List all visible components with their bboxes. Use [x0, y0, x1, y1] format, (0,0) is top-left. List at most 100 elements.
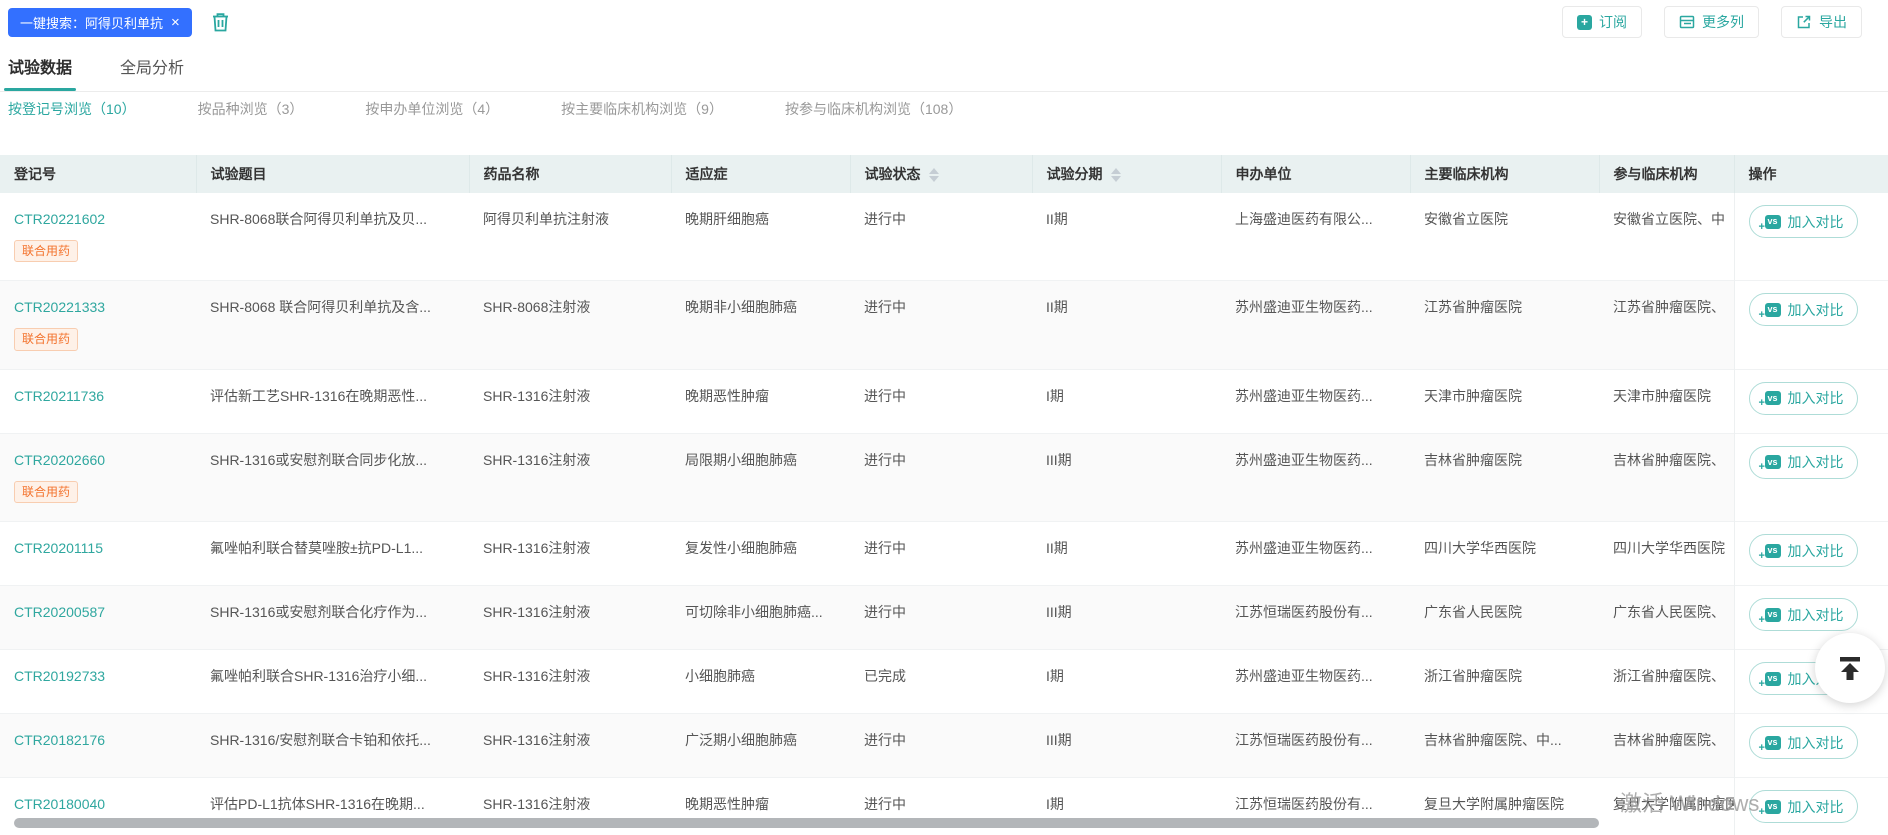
add-to-compare-button[interactable]: vs+ 加入对比 — [1749, 293, 1858, 326]
cell-registration: CTR20201115 — [0, 522, 196, 586]
cell-drug: SHR-1316注射液 — [469, 522, 671, 586]
cell-title: SHR-8068联合阿得贝利单抗及贝... — [196, 193, 469, 281]
cell-registration: CTR20221602 联合用药 — [0, 193, 196, 281]
registration-link[interactable]: CTR20201115 — [14, 540, 182, 557]
cell-phase: II期 — [1032, 281, 1221, 369]
cell-status: 进行中 — [850, 522, 1032, 586]
table-row: CTR20221602 联合用药 SHR-8068联合阿得贝利单抗及贝... 阿… — [0, 193, 1888, 281]
toolbar-actions: + 订阅 更多列 导出 — [1562, 6, 1862, 38]
registration-link[interactable]: CTR20202660 — [14, 452, 182, 469]
registration-link[interactable]: CTR20221333 — [14, 299, 182, 316]
top-bar: 一键搜索：阿得贝利单抗 × + 订阅 更多列 — [0, 0, 1888, 44]
registration-link[interactable]: CTR20221602 — [14, 211, 182, 228]
cell-registration: CTR20200587 — [0, 586, 196, 650]
cell-indication: 局限期小细胞肺癌 — [671, 433, 850, 521]
search-chip-label: 一键搜索：阿得贝利单抗 — [20, 13, 163, 32]
col-drug: 药品名称 — [469, 155, 671, 193]
cell-status: 进行中 — [850, 281, 1032, 369]
cell-registration: CTR20182176 — [0, 714, 196, 778]
vs-compare-icon: vs+ — [1765, 215, 1781, 229]
cell-title: SHR-1316或安慰剂联合同步化放... — [196, 433, 469, 521]
vs-compare-icon: vs+ — [1765, 303, 1781, 317]
col-sponsor: 申办单位 — [1221, 155, 1410, 193]
col-registration: 登记号 — [0, 155, 196, 193]
cell-actions: vs+ 加入对比 — [1734, 281, 1888, 369]
col-title: 试验题目 — [196, 155, 469, 193]
subscribe-button[interactable]: + 订阅 — [1562, 6, 1642, 38]
compare-label: 加入对比 — [1788, 605, 1844, 625]
cell-registration: CTR20202660 联合用药 — [0, 433, 196, 521]
subscribe-label: 订阅 — [1599, 12, 1627, 32]
cell-drug: 阿得贝利单抗注射液 — [469, 193, 671, 281]
vs-compare-icon: vs+ — [1765, 736, 1781, 750]
combo-badge: 联合用药 — [14, 481, 78, 503]
subtab-by-variety[interactable]: 按品种浏览（3） — [198, 99, 304, 119]
add-to-compare-button[interactable]: vs+ 加入对比 — [1749, 382, 1858, 415]
search-filter-chip[interactable]: 一键搜索：阿得贝利单抗 × — [8, 8, 192, 37]
col-phase-label: 试验分期 — [1047, 166, 1103, 182]
more-columns-button[interactable]: 更多列 — [1664, 6, 1759, 38]
subtab-by-participating-site[interactable]: 按参与临床机构浏览（108） — [785, 99, 962, 119]
subtab-by-main-site[interactable]: 按主要临床机构浏览（9） — [561, 99, 723, 119]
table-row: CTR20202660 联合用药 SHR-1316或安慰剂联合同步化放... S… — [0, 433, 1888, 521]
cell-indication: 晚期恶性肿瘤 — [671, 369, 850, 433]
back-to-top-button[interactable] — [1815, 633, 1885, 703]
registration-link[interactable]: CTR20211736 — [14, 388, 182, 405]
cell-participating-sites: 广东省人民医院、 — [1599, 586, 1734, 650]
table-row: CTR20182176 SHR-1316/安慰剂联合卡铂和依托... SHR-1… — [0, 714, 1888, 778]
cell-main-site: 吉林省肿瘤医院、中... — [1410, 714, 1599, 778]
cell-indication: 小细胞肺癌 — [671, 650, 850, 714]
chip-close-icon[interactable]: × — [171, 15, 180, 30]
cell-main-site: 江苏省肿瘤医院 — [1410, 281, 1599, 369]
cell-status: 进行中 — [850, 193, 1032, 281]
cell-phase: III期 — [1032, 433, 1221, 521]
cell-title: 氟唑帕利联合替莫唑胺±抗PD-L1... — [196, 522, 469, 586]
col-status: 试验状态 — [850, 155, 1032, 193]
add-to-compare-button[interactable]: vs+ 加入对比 — [1749, 446, 1858, 479]
add-to-compare-button[interactable]: vs+ 加入对比 — [1749, 790, 1858, 823]
export-button[interactable]: 导出 — [1781, 6, 1862, 38]
cell-title: SHR-8068 联合阿得贝利单抗及含... — [196, 281, 469, 369]
registration-link[interactable]: CTR20182176 — [14, 732, 182, 749]
subtab-by-sponsor[interactable]: 按申办单位浏览（4） — [365, 99, 499, 119]
horizontal-scrollbar[interactable] — [14, 818, 1599, 828]
sort-icons-phase[interactable] — [1111, 168, 1121, 182]
table-row: CTR20211736 评估新工艺SHR-1316在晚期恶性... SHR-13… — [0, 369, 1888, 433]
table-row: CTR20201115 氟唑帕利联合替莫唑胺±抗PD-L1... SHR-131… — [0, 522, 1888, 586]
sort-icons-status[interactable] — [929, 168, 939, 182]
add-to-compare-button[interactable]: vs+ 加入对比 — [1749, 534, 1858, 567]
cell-actions: vs+ 加入对比 — [1734, 433, 1888, 521]
add-to-compare-button[interactable]: vs+ 加入对比 — [1749, 205, 1858, 238]
vs-compare-icon: vs+ — [1765, 455, 1781, 469]
more-columns-icon — [1679, 14, 1695, 30]
subtab-by-registration[interactable]: 按登记号浏览（10） — [8, 99, 136, 119]
cell-status: 进行中 — [850, 714, 1032, 778]
tab-global-analysis[interactable]: 全局分析 — [120, 54, 184, 91]
col-status-label: 试验状态 — [865, 166, 921, 182]
cell-participating-sites: 天津市肿瘤医院 — [1599, 369, 1734, 433]
add-to-compare-button[interactable]: vs+ 加入对比 — [1749, 726, 1858, 759]
cell-actions: vs+ 加入对比 — [1734, 778, 1888, 835]
cell-sponsor: 上海盛迪医药有限公... — [1221, 193, 1410, 281]
cell-sponsor: 江苏恒瑞医药股份有... — [1221, 714, 1410, 778]
add-to-compare-button[interactable]: vs+ 加入对比 — [1749, 598, 1858, 631]
compare-label: 加入对比 — [1788, 797, 1844, 817]
cell-indication: 可切除非小细胞肺癌... — [671, 586, 850, 650]
trash-icon[interactable] — [210, 11, 231, 33]
registration-link[interactable]: CTR20200587 — [14, 604, 182, 621]
cell-drug: SHR-8068注射液 — [469, 281, 671, 369]
cell-sponsor: 苏州盛迪亚生物医药... — [1221, 522, 1410, 586]
combo-badge: 联合用药 — [14, 240, 78, 262]
cell-main-site: 四川大学华西医院 — [1410, 522, 1599, 586]
col-participating-sites: 参与临床机构 — [1599, 155, 1734, 193]
app-root: 一键搜索：阿得贝利单抗 × + 订阅 更多列 — [0, 0, 1888, 835]
registration-link[interactable]: CTR20192733 — [14, 668, 182, 685]
compare-label: 加入对比 — [1788, 212, 1844, 232]
cell-main-site: 安徽省立医院 — [1410, 193, 1599, 281]
tab-trial-data[interactable]: 试验数据 — [8, 54, 72, 91]
registration-link[interactable]: CTR20180040 — [14, 796, 182, 813]
cell-status: 进行中 — [850, 433, 1032, 521]
cell-actions: vs+ 加入对比 — [1734, 369, 1888, 433]
cell-indication: 晚期非小细胞肺癌 — [671, 281, 850, 369]
cell-sponsor: 苏州盛迪亚生物医药... — [1221, 650, 1410, 714]
